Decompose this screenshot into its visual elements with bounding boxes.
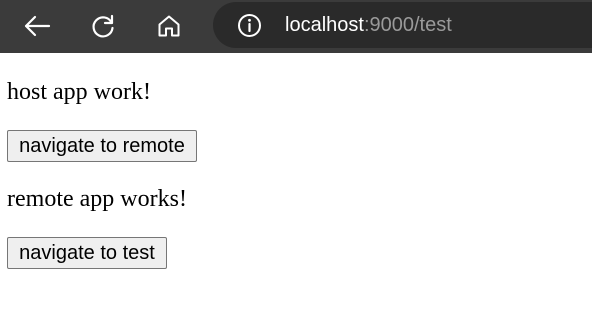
- back-button[interactable]: [18, 8, 56, 44]
- info-icon[interactable]: [237, 13, 262, 38]
- navigate-to-test-button[interactable]: navigate to test: [7, 237, 167, 269]
- navigate-to-remote-button[interactable]: navigate to remote: [7, 130, 197, 162]
- url-host: localhost: [285, 14, 364, 36]
- host-message: host app work!: [7, 79, 151, 105]
- url-text[interactable]: localhost:9000/test: [285, 13, 452, 37]
- reload-button[interactable]: [84, 8, 122, 44]
- page-content: host app work! navigate to remote remote…: [0, 53, 592, 317]
- remote-message: remote app works!: [7, 186, 187, 212]
- home-button[interactable]: [150, 8, 188, 44]
- home-icon: [158, 15, 180, 37]
- browser-toolbar: localhost:9000/test: [0, 0, 592, 53]
- url-path: :9000/test: [363, 14, 452, 36]
- address-bar[interactable]: localhost:9000/test: [213, 2, 592, 48]
- reload-icon: [92, 14, 114, 38]
- back-arrow-icon: [24, 15, 51, 37]
